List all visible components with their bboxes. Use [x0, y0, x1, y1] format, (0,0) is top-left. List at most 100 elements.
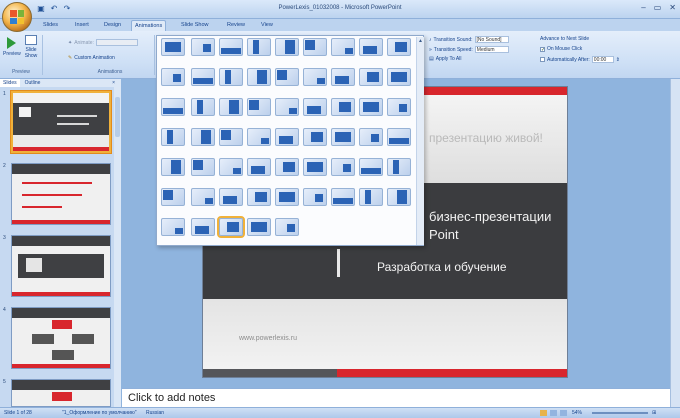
transition-option[interactable]: [331, 128, 355, 146]
transition-option[interactable]: [275, 158, 299, 176]
animate-control[interactable]: ✦ Animate:: [68, 39, 138, 46]
transition-option[interactable]: [161, 158, 185, 176]
automatically-after-input[interactable]: 00:00: [591, 56, 614, 63]
minimize-button[interactable]: –: [641, 3, 645, 12]
transition-option[interactable]: [359, 188, 383, 206]
transition-option[interactable]: [247, 188, 271, 206]
transition-option[interactable]: [191, 38, 215, 56]
transition-option[interactable]: [191, 158, 215, 176]
transition-option[interactable]: [247, 38, 271, 56]
transition-option[interactable]: [387, 158, 411, 176]
language[interactable]: Russian: [146, 410, 164, 416]
transition-option[interactable]: [275, 68, 299, 86]
notes-pane[interactable]: Click to add notes: [122, 388, 670, 407]
apply-to-all-button[interactable]: ▤ Apply To All: [429, 56, 462, 62]
transition-option[interactable]: [191, 188, 215, 206]
tab-insert[interactable]: Insert: [72, 20, 92, 31]
transition-option[interactable]: [161, 218, 185, 236]
transition-option[interactable]: [387, 68, 411, 86]
transition-option[interactable]: [219, 38, 243, 56]
transition-option[interactable]: [161, 68, 185, 86]
transition-option[interactable]: [359, 128, 383, 146]
transition-option[interactable]: [161, 188, 185, 206]
maximize-button[interactable]: ▭: [654, 3, 662, 12]
transition-option[interactable]: [331, 38, 355, 56]
transition-option[interactable]: [247, 218, 271, 236]
transition-option[interactable]: [219, 188, 243, 206]
transition-option[interactable]: [275, 98, 299, 116]
scroll-up-icon[interactable]: ▲: [417, 37, 424, 45]
close-button[interactable]: ✕: [669, 3, 676, 12]
transition-option[interactable]: [191, 218, 215, 236]
slide-thumbnail-4[interactable]: [11, 307, 111, 369]
tab-outline[interactable]: Outline: [22, 79, 44, 87]
transition-option[interactable]: [303, 38, 327, 56]
transition-option[interactable]: [275, 38, 299, 56]
slide-thumbnail-1[interactable]: [10, 90, 112, 154]
zoom-level[interactable]: 54%: [572, 410, 582, 416]
transition-option[interactable]: [191, 68, 215, 86]
transition-option[interactable]: [303, 128, 327, 146]
transition-option[interactable]: [161, 98, 185, 116]
on-mouse-click-option[interactable]: ✓ On Mouse Click: [540, 46, 582, 52]
tab-design[interactable]: Design: [101, 20, 124, 31]
zoom-slider[interactable]: [592, 412, 648, 414]
transition-option[interactable]: [359, 158, 383, 176]
slide-thumbnail-5[interactable]: [11, 379, 111, 407]
on-mouse-click-checkbox[interactable]: ✓: [540, 46, 545, 52]
tab-animations[interactable]: Animations: [131, 20, 167, 31]
preview-button[interactable]: Preview: [3, 37, 21, 57]
tab-slides[interactable]: Slides: [40, 20, 61, 31]
office-button[interactable]: [2, 2, 32, 32]
transition-option[interactable]: [247, 128, 271, 146]
transition-option[interactable]: [247, 68, 271, 86]
gallery-scrollbar[interactable]: ▲: [416, 37, 424, 245]
transition-option[interactable]: [303, 68, 327, 86]
transition-option[interactable]: [387, 128, 411, 146]
transition-option[interactable]: [275, 188, 299, 206]
custom-animation-button[interactable]: ✎ Custom Animation: [68, 55, 115, 61]
normal-view-icon[interactable]: [540, 410, 547, 416]
transition-option[interactable]: [191, 128, 215, 146]
transition-option[interactable]: [387, 38, 411, 56]
transition-option[interactable]: [219, 68, 243, 86]
slide-subtitle[interactable]: Разработка и обучение: [377, 260, 507, 274]
slide-show-view-icon[interactable]: [560, 410, 567, 416]
slide-heading[interactable]: презентацию живой!: [429, 131, 543, 145]
automatically-after-checkbox[interactable]: [540, 57, 545, 62]
transition-option[interactable]: [387, 98, 411, 116]
slide-title-line[interactable]: бизнес-презентации: [429, 209, 551, 224]
transition-option[interactable]: [219, 128, 243, 146]
transition-option[interactable]: [359, 68, 383, 86]
transition-option[interactable]: [247, 98, 271, 116]
panel-scrollbar[interactable]: [114, 87, 121, 407]
transition-option[interactable]: [217, 216, 245, 238]
tab-slide-show[interactable]: Slide Show: [178, 20, 212, 31]
slide-title-line[interactable]: Point: [429, 227, 459, 242]
slide-sorter-icon[interactable]: [550, 410, 557, 416]
transition-option[interactable]: [331, 158, 355, 176]
transition-option[interactable]: [359, 38, 383, 56]
slide-thumbnail-3[interactable]: [11, 235, 111, 297]
notes-placeholder[interactable]: Click to add notes: [128, 392, 215, 404]
transition-option[interactable]: [161, 128, 185, 146]
transition-option[interactable]: [303, 158, 327, 176]
transition-option[interactable]: [191, 98, 215, 116]
transition-option[interactable]: [387, 188, 411, 206]
close-panel-button[interactable]: ×: [109, 79, 118, 87]
slide-thumbnail-2[interactable]: [11, 163, 111, 225]
fit-slide-icon[interactable]: ⊞: [652, 410, 656, 416]
transition-option[interactable]: [303, 188, 327, 206]
spin-icon[interactable]: ⇕: [616, 57, 620, 63]
animate-dropdown[interactable]: [95, 39, 138, 46]
transition-option[interactable]: [359, 98, 383, 116]
transition-option[interactable]: [219, 158, 243, 176]
transition-option[interactable]: [275, 128, 299, 146]
slide-scrollbar[interactable]: [670, 79, 680, 407]
transition-sound-dropdown[interactable]: [No Sound]: [474, 36, 509, 43]
tab-slides-panel[interactable]: Slides: [0, 79, 20, 87]
transition-option[interactable]: [303, 98, 327, 116]
slide-url[interactable]: www.powerlexis.ru: [239, 335, 297, 342]
transition-option[interactable]: [331, 188, 355, 206]
transition-option[interactable]: [247, 158, 271, 176]
